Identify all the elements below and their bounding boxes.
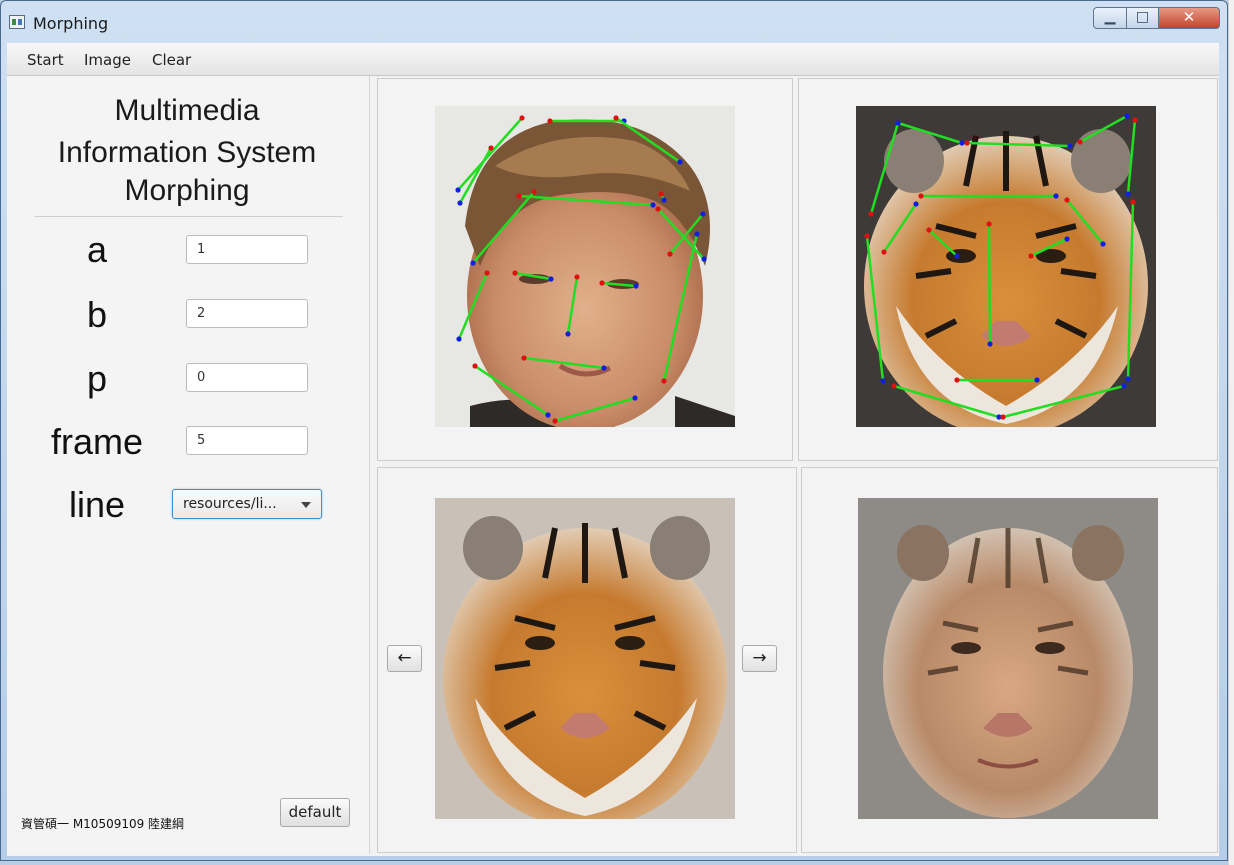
app-heading: Multimedia Information System Morphing <box>17 92 357 210</box>
prev-frame-button[interactable]: ← <box>387 645 422 672</box>
content-area: Multimedia Information System Morphing a… <box>7 76 1219 856</box>
sequence-frame-image <box>435 498 735 819</box>
title-bar[interactable]: Morphing ▁ □ ✕ <box>1 1 1227 41</box>
param-p-input[interactable]: 0 <box>186 363 308 392</box>
param-b-input[interactable]: 2 <box>186 299 308 328</box>
destination-tiger-image[interactable] <box>856 106 1156 427</box>
param-frame-label: frame <box>50 421 144 462</box>
source-face-image[interactable] <box>435 106 735 427</box>
close-button[interactable]: ✕ <box>1158 7 1220 29</box>
line-label: line <box>68 484 126 525</box>
close-icon: ✕ <box>1182 8 1196 26</box>
heading-line-1: Multimedia <box>114 94 260 127</box>
param-frame-input[interactable]: 5 <box>186 426 308 455</box>
right-arrow-icon: → <box>752 648 767 668</box>
heading-line-3: Morphing <box>124 174 250 207</box>
left-arrow-icon: ← <box>397 648 412 668</box>
param-p-label: p <box>86 358 108 399</box>
app-window: Morphing ▁ □ ✕ Start Image Clear Multime… <box>0 0 1228 861</box>
maximize-button[interactable]: □ <box>1126 7 1159 29</box>
background-window-edge <box>1228 0 1234 865</box>
menu-start[interactable]: Start <box>27 51 64 69</box>
next-frame-button[interactable]: → <box>742 645 777 672</box>
source-image-panel <box>377 78 793 461</box>
default-button[interactable]: default <box>280 798 350 827</box>
menu-clear[interactable]: Clear <box>152 51 191 69</box>
heading-line-2: Information System <box>57 136 317 169</box>
destination-image-panel <box>798 78 1218 461</box>
minimize-icon: ▁ <box>1104 9 1116 25</box>
morph-result-image <box>858 498 1158 819</box>
app-icon <box>9 15 25 29</box>
line-file-select[interactable]: resources/li... <box>172 489 322 519</box>
param-a-label: a <box>86 229 108 270</box>
minimize-button[interactable]: ▁ <box>1093 7 1127 29</box>
dropdown-arrow-icon <box>301 502 311 508</box>
param-a-input[interactable]: 1 <box>186 235 308 264</box>
menu-bar: Start Image Clear <box>7 43 1219 76</box>
sequence-panel: ← → <box>377 467 797 853</box>
line-select-value: resources/li... <box>183 496 277 512</box>
settings-panel: Multimedia Information System Morphing a… <box>7 76 370 854</box>
author-label: 資管碩一 M10509109 陸建綱 <box>21 817 185 831</box>
result-panel <box>801 467 1218 853</box>
window-title: Morphing <box>33 14 109 33</box>
param-b-label: b <box>86 294 108 335</box>
divider <box>35 216 343 217</box>
menu-image[interactable]: Image <box>84 51 131 69</box>
maximize-icon: □ <box>1135 9 1150 25</box>
